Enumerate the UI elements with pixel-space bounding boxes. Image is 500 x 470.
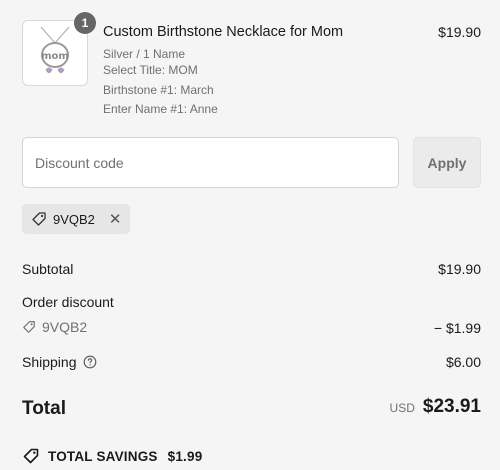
subtotal-value: $19.90 xyxy=(438,261,481,277)
savings-value: $1.99 xyxy=(167,448,203,464)
total-amount: $23.91 xyxy=(422,396,481,417)
necklace-image: mom xyxy=(40,26,70,73)
apply-button[interactable]: Apply xyxy=(413,137,481,188)
discount-code-input[interactable] xyxy=(22,137,399,188)
savings-tag-icon xyxy=(23,448,39,464)
tag-icon xyxy=(23,321,35,333)
total-savings: TOTAL SAVINGS $1.99 xyxy=(22,447,202,465)
product-option-name: Enter Name #1: Anne xyxy=(103,102,218,116)
shipping-value: $6.00 xyxy=(445,354,481,370)
help-icon[interactable] xyxy=(83,355,97,369)
product-price: $19.90 xyxy=(438,24,481,40)
product-variant: Silver / 1 Name xyxy=(103,47,186,61)
savings-label: TOTAL SAVINGS xyxy=(48,448,158,464)
order-discount-label: Order discount xyxy=(22,294,114,310)
product-option-birthstone: Birthstone #1: March xyxy=(103,83,214,97)
remove-discount-icon[interactable]: ✕ xyxy=(109,212,122,227)
applied-discount-chip: 9VQB2 ✕ xyxy=(22,204,130,234)
tag-icon xyxy=(32,212,46,226)
product-option-title: Select Title: MOM xyxy=(103,63,198,77)
order-discount-value: − $1.99 xyxy=(433,320,481,336)
product-title: Custom Birthstone Necklace for Mom xyxy=(103,24,344,40)
order-discount-code-text: 9VQB2 xyxy=(42,319,88,335)
order-discount-code: 9VQB2 xyxy=(22,319,87,335)
total-price: USD $23.91 xyxy=(390,396,481,418)
total-label: Total xyxy=(22,398,66,419)
shipping-row-label: Shipping xyxy=(22,354,97,370)
applied-code-label: 9VQB2 xyxy=(53,211,95,227)
subtotal-label: Subtotal xyxy=(22,261,74,277)
quantity-badge: 1 xyxy=(74,12,96,34)
shipping-label: Shipping xyxy=(22,354,77,370)
currency-code: USD xyxy=(389,401,415,415)
thumbnail-text: mom xyxy=(41,51,69,62)
